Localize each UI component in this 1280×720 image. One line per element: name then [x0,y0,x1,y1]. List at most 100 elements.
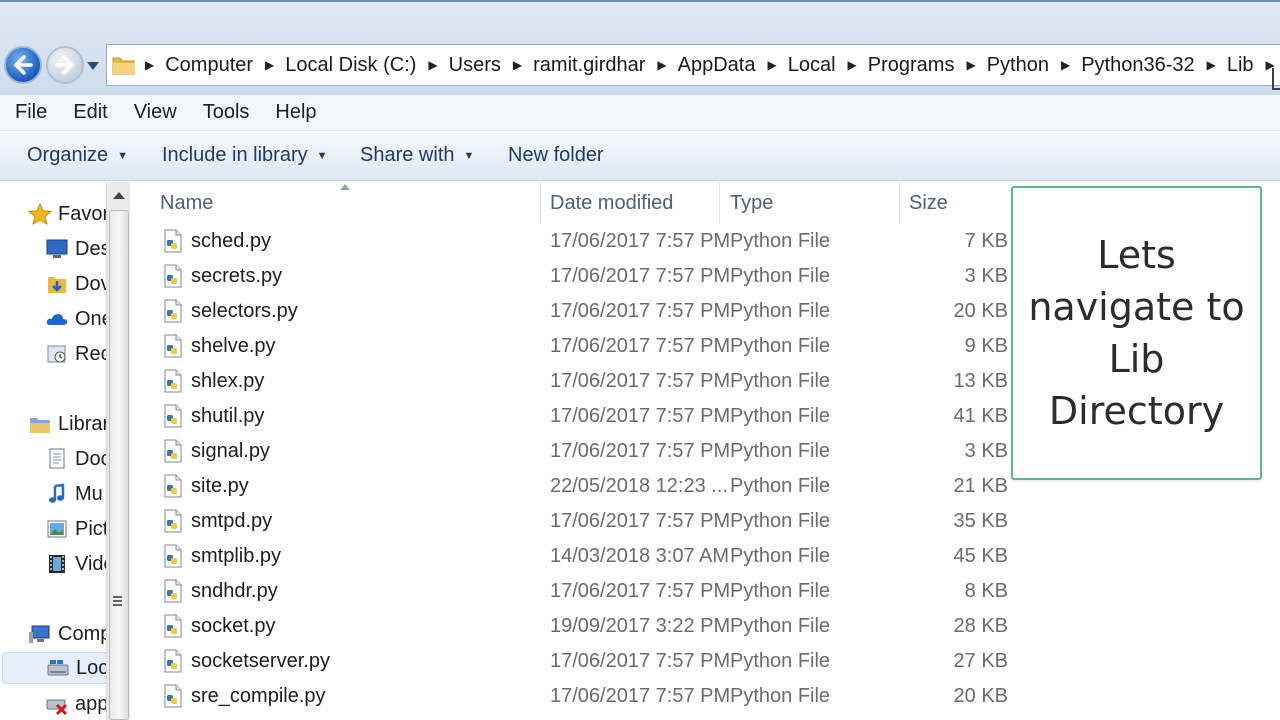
column-divider[interactable] [899,182,900,224]
chevron-right-icon[interactable]: ▶ [767,58,776,72]
breadcrumb-label[interactable]: Lib [1227,54,1254,77]
nav-recent-places[interactable]: Rec [45,338,106,370]
breadcrumb-label[interactable]: Python [987,54,1049,77]
breadcrumb-item[interactable]: ▶ Users [428,54,512,77]
file-name-cell[interactable]: sre_compile.py [164,679,326,714]
chevron-right-icon[interactable]: ▶ [145,58,154,72]
chevron-right-icon[interactable]: ▶ [848,58,857,72]
file-name-cell[interactable]: selectors.py [164,294,298,329]
menu-file[interactable]: File [0,101,59,124]
breadcrumb-label[interactable]: Local Disk (C:) [285,54,416,77]
table-row[interactable]: shelve.py 17/06/2017 7:57 PM Python File 9 … [130,329,1030,364]
chevron-right-icon[interactable]: ▶ [1207,58,1216,72]
nav-downloads[interactable]: Dov [45,268,106,300]
include-in-library-button[interactable]: Include in library ▼ [162,144,328,167]
file-name-cell[interactable]: shlex.py [164,364,264,399]
breadcrumb-label[interactable]: Users [449,54,501,77]
navigation-pane-scrollbar[interactable] [106,182,130,720]
file-name-cell[interactable]: smtpd.py [164,504,272,539]
chevron-down-icon: ▼ [463,149,475,162]
new-folder-button[interactable]: New folder [508,144,604,167]
column-header-type[interactable]: Type [730,182,773,224]
scroll-up-icon[interactable] [113,192,125,199]
column-header-size[interactable]: Size [909,182,948,224]
column-divider[interactable] [719,182,720,224]
table-row[interactable]: smtpd.py 17/06/2017 7:57 PM Python File 35 … [130,504,1030,539]
breadcrumb-label[interactable]: Programs [868,54,955,77]
menu-help[interactable]: Help [261,101,328,124]
table-row[interactable]: shlex.py 17/06/2017 7:57 PM Python File 13 … [130,364,1030,399]
file-name-cell[interactable]: sched.py [164,224,271,259]
file-date: 19/09/2017 3:22 PM [550,615,731,637]
nav-videos[interactable]: Vide [45,548,106,580]
table-row[interactable]: signal.py 17/06/2017 7:57 PM Python File 3 … [130,434,1030,469]
breadcrumb-item[interactable]: ▶ ramit.girdhar [513,54,658,77]
breadcrumb-item[interactable]: ▶ Lib [1207,54,1266,77]
breadcrumb-label[interactable]: Python36-32 [1081,54,1194,77]
chevron-right-icon[interactable]: ▶ [428,58,437,72]
table-row[interactable]: smtplib.py 14/03/2018 3:07 AM Python File 4… [130,539,1030,574]
nav-onedrive[interactable]: One [45,303,106,335]
nav-libraries[interactable]: Librar [28,408,106,440]
file-name-cell[interactable]: signal.py [164,434,270,469]
nav-favorites[interactable]: Favor [28,198,106,230]
nav-local-disk[interactable]: Loc [2,652,106,684]
file-name-cell[interactable]: site.py [164,469,249,504]
menu-view[interactable]: View [120,101,189,124]
scrollbar-thumb[interactable] [109,210,129,720]
table-row[interactable]: socket.py 19/09/2017 3:22 PM Python File 28… [130,609,1030,644]
share-with-button[interactable]: Share with ▼ [360,144,474,167]
breadcrumb-label[interactable]: ramit.girdhar [533,54,645,77]
nav-music[interactable]: Mu [45,478,103,510]
breadcrumb-label[interactable]: Local [788,54,836,77]
table-row[interactable]: site.py 22/05/2018 12:23 ... Python File 21… [130,469,1030,504]
nav-desktop[interactable]: Des [45,233,106,265]
file-name-cell[interactable]: shelve.py [164,329,276,364]
back-button[interactable] [4,46,42,84]
nav-computer[interactable]: Comp [28,618,106,650]
chevron-right-icon[interactable]: ▶ [657,58,666,72]
table-row[interactable]: sndhdr.py 17/06/2017 7:57 PM Python File 8 … [130,574,1030,609]
table-row[interactable]: socketserver.py 17/06/2017 7:57 PM Python … [130,644,1030,679]
table-row[interactable]: shutil.py 17/06/2017 7:57 PM Python File 41… [130,399,1030,434]
recent-pages-dropdown-icon[interactable] [86,60,100,72]
chevron-right-icon[interactable]: ▶ [1061,58,1070,72]
nav-label: Doc [75,447,106,470]
menu-tools[interactable]: Tools [189,101,262,124]
breadcrumb-item[interactable]: ▶ Computer [145,54,265,77]
breadcrumb-label[interactable]: AppData [678,54,756,77]
file-name-cell[interactable]: socketserver.py [164,644,330,679]
breadcrumb-item[interactable]: ▶ Local Disk (C:) [265,54,428,77]
column-divider[interactable] [540,182,541,224]
file-name-cell[interactable]: smtplib.py [164,539,281,574]
table-row[interactable]: secrets.py 17/06/2017 7:57 PM Python File 3… [130,259,1030,294]
breadcrumb-item[interactable]: ▶ Python [966,54,1061,77]
breadcrumb-item[interactable]: ▶ Python36-32 [1061,54,1207,77]
column-header-name[interactable]: Name [160,182,213,224]
chevron-right-icon[interactable]: ▶ [513,58,522,72]
file-name-cell[interactable]: secrets.py [164,259,282,294]
breadcrumb-label[interactable]: Computer [165,54,253,77]
breadcrumb-item[interactable]: ▶ Local [767,54,847,77]
nav-documents[interactable]: Doc [45,443,106,475]
file-date: 17/06/2017 7:57 PM [550,370,731,392]
breadcrumb-item[interactable]: ▶ Programs [848,54,967,77]
chevron-down-icon: ▼ [316,149,328,162]
breadcrumb-item[interactable]: ▶ AppData [657,54,767,77]
chevron-right-icon[interactable]: ▶ [966,58,975,72]
nav-pictures[interactable]: Pict [45,513,106,545]
file-name-cell[interactable]: sndhdr.py [164,574,278,609]
table-row[interactable]: sched.py 17/06/2017 7:57 PM Python File 7 K… [130,224,1030,259]
table-row[interactable]: sre_compile.py 17/06/2017 7:57 PM Python F… [130,679,1030,714]
forward-button[interactable] [46,46,84,84]
chevron-right-icon[interactable]: ▶ [265,58,274,72]
nav-network-drive[interactable]: app [45,688,106,720]
organize-button[interactable]: Organize ▼ [27,144,128,167]
menu-edit[interactable]: Edit [59,101,119,124]
table-row[interactable]: selectors.py 17/06/2017 7:57 PM Python Fil… [130,294,1030,329]
breadcrumb[interactable]: ▶ Computer ▶ Local Disk (C:) ▶ Users ▶ ramit.gi… [106,44,1280,86]
file-type: Python File [730,545,831,567]
file-name-cell[interactable]: shutil.py [164,399,264,434]
file-name-cell[interactable]: socket.py [164,609,275,644]
column-header-date-modified[interactable]: Date modified [550,182,673,224]
